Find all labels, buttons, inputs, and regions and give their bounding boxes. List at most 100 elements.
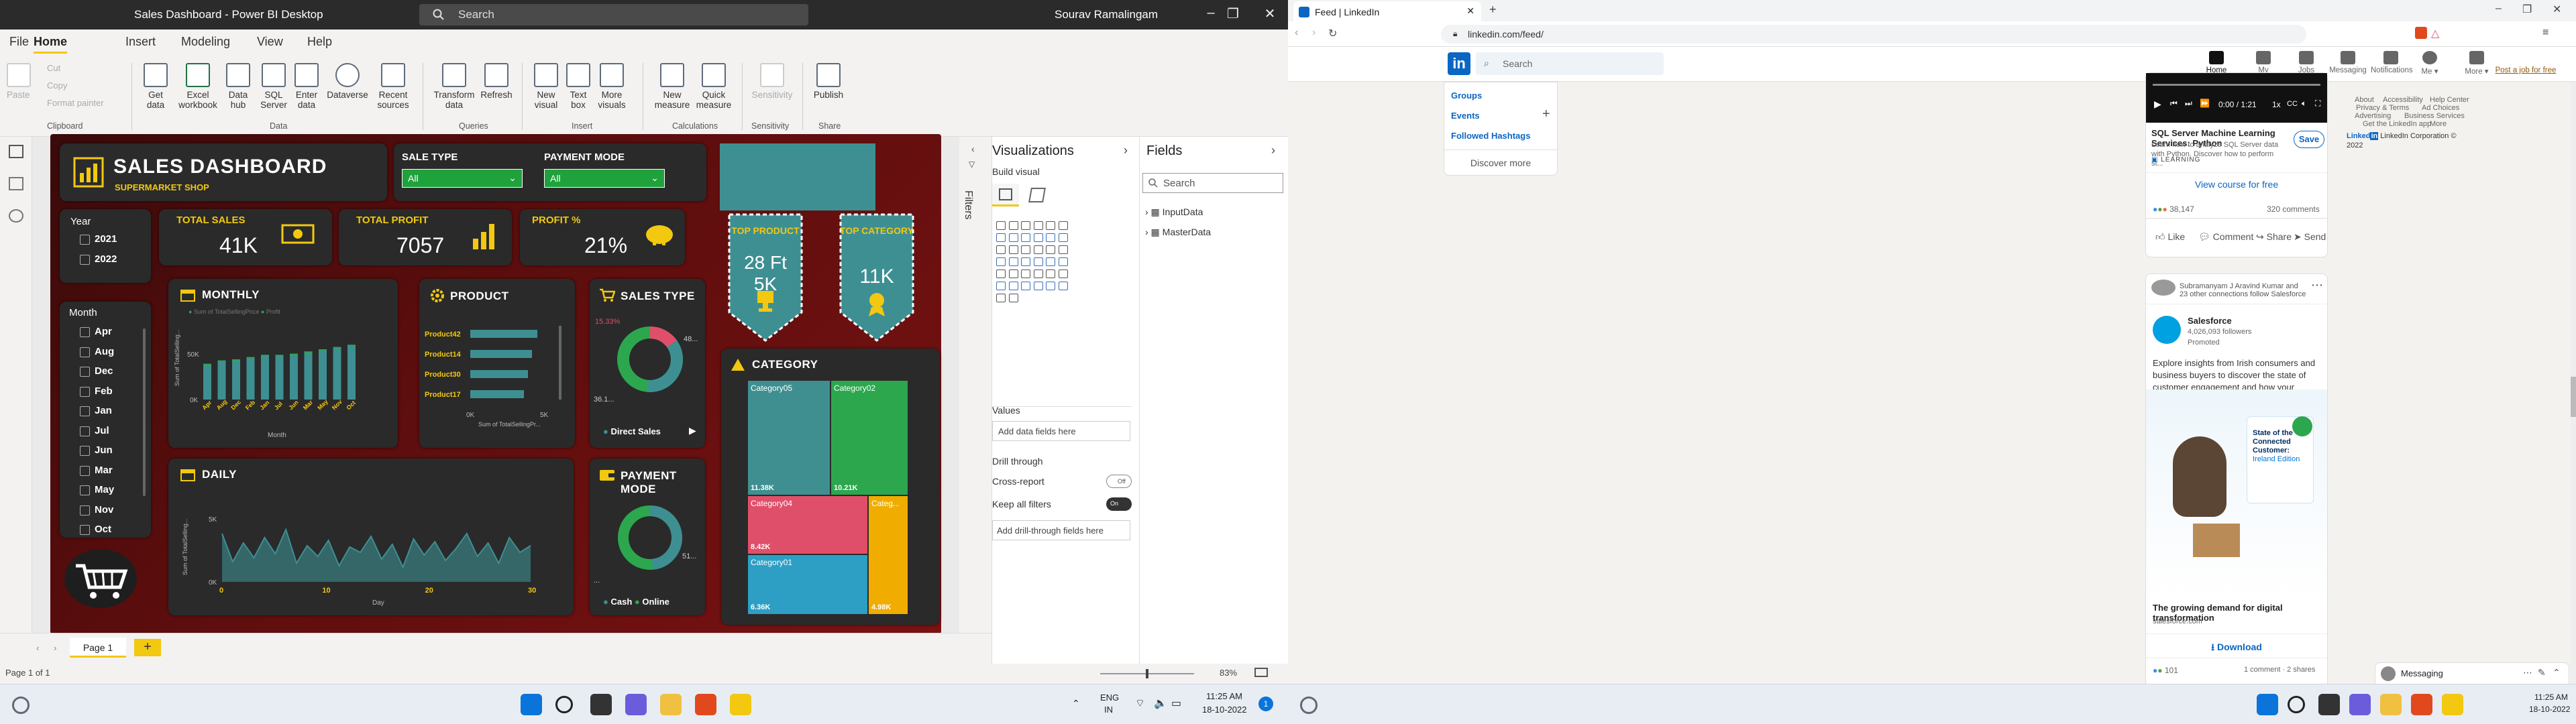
send-button[interactable]: ➤ Send [2294,231,2326,243]
browser-tab[interactable]: Feed | LinkedIn ✕ [1293,1,1481,21]
publish-button[interactable]: Publish [810,63,847,100]
add-event-icon[interactable]: + [1542,107,1550,122]
visual-type-icon[interactable] [1033,269,1043,278]
visual-type-icon[interactable] [996,257,1006,266]
month-item[interactable]: Jun [80,444,113,456]
comments-count[interactable]: 320 comments [2267,204,2320,214]
reactions-count[interactable]: ●●● 38,147 [2153,204,2194,214]
rewind-icon[interactable]: ⏮ [2170,99,2178,109]
zoom-slider[interactable] [1100,669,1194,678]
cut-button[interactable]: Cut [47,63,60,73]
visual-type-icon[interactable] [1058,282,1068,290]
visual-type-icon[interactable] [1033,221,1043,230]
menu-modeling[interactable]: Modeling [181,35,230,49]
expand-icon[interactable]: › [1124,143,1128,158]
new-measure-button[interactable]: New measure [651,63,694,110]
salesforce-logo-icon[interactable] [2153,316,2181,344]
next-page-icon[interactable]: › [54,643,56,653]
visual-type-icon[interactable] [1021,245,1030,254]
start-button[interactable] [521,694,542,715]
download-button[interactable]: ⭳ Download [2146,640,2327,656]
maximize-button[interactable]: ❐ [1223,5,1243,22]
linkedin-logo-icon[interactable]: in [1448,52,1470,75]
visual-type-icon[interactable] [996,294,1006,302]
skip-icon[interactable]: ⏭ [2185,99,2192,109]
visual-type-icon[interactable] [1021,282,1030,290]
playback-speed[interactable]: 1x [2272,100,2281,109]
month-scrollbar[interactable] [143,328,146,496]
visual-type-icon[interactable] [996,221,1006,230]
visual-type-icon[interactable] [1033,257,1043,266]
treemap-cell[interactable]: Categ... 4.98K [869,496,908,614]
treemap-cell[interactable]: Category04 8.42K [748,496,867,554]
page-tab[interactable]: Page 1 [70,638,126,658]
play-icon[interactable]: ▶ [2154,99,2161,110]
text-box-button[interactable]: Text box [565,63,592,110]
visual-type-icon[interactable] [1058,269,1068,278]
new-tab-button[interactable]: + [1489,3,1497,17]
fullscreen-icon[interactable]: ⛶ [2315,99,2320,109]
format-visual-icon[interactable] [1028,188,1046,202]
visual-type-icon[interactable] [1021,269,1030,278]
filters-pane-collapsed[interactable]: ‹ ▽ Filters [959,137,991,666]
clock-time[interactable]: 11:25 AM [2534,692,2568,702]
menu-file[interactable]: File [9,35,29,49]
volume-icon[interactable]: 🔈︎ [2302,99,2306,109]
visual-type-icon[interactable] [996,282,1006,290]
visual-type-icon[interactable] [1046,257,1055,266]
minimize-button[interactable]: – [2496,3,2502,15]
lang-1[interactable]: ENG [1100,692,1119,703]
powerbi-icon[interactable] [2442,694,2463,715]
linkedin-search[interactable]: ⌕ Search [1476,52,1664,75]
excel-button[interactable]: Excel workbook [176,63,220,110]
visual-type-icon[interactable] [1008,221,1018,230]
chat-icon[interactable] [2349,694,2371,715]
values-well[interactable]: Add data fields here [992,421,1130,441]
footer-link[interactable]: More [2430,119,2447,129]
messaging-bar[interactable]: Messaging ⋯ ✎ ⌃ [2375,662,2569,685]
visual-type-icon[interactable] [1008,245,1018,254]
visual-type-icon[interactable] [996,233,1006,242]
promo-image[interactable]: State of the Connected Customer: Ireland … [2146,389,2327,597]
menu-insert[interactable]: Insert [125,35,156,49]
sensitivity-button[interactable]: Sensitivity [749,63,796,100]
promo-reactions[interactable]: ●● 101 [2153,666,2178,675]
report-view-icon[interactable] [9,145,23,158]
table-masterdata[interactable]: › ▦ MasterData [1145,227,1211,238]
refresh-button[interactable]: Refresh [478,63,515,100]
copy-button[interactable]: Copy [47,80,67,90]
payment-mode-dropdown[interactable]: All ⌄ [544,169,665,188]
weather-icon[interactable] [1300,697,1318,714]
comment-button[interactable]: 💬︎ Comment [2198,231,2253,243]
visual-type-icon[interactable] [1008,233,1018,242]
rewards-icon[interactable]: △ [2431,27,2439,40]
forward-icon[interactable]: › [1312,27,1316,39]
sale-type-dropdown[interactable]: All ⌄ [402,169,523,188]
clock-time[interactable]: 11:25 AM [1206,691,1242,701]
sql-server-button[interactable]: SQL Server [258,63,290,110]
table-inputdata[interactable]: › ▦ InputData [1145,206,1203,218]
brave-browser-icon[interactable] [695,694,716,715]
model-view-icon[interactable] [9,209,23,223]
visual-type-icon[interactable] [1008,294,1018,302]
more-options-icon[interactable]: ⋯ [2523,667,2532,678]
cross-report-toggle[interactable]: Off [1106,475,1132,488]
data-view-icon[interactable] [9,177,23,190]
video-progress[interactable] [2153,84,2320,86]
enter-data-button[interactable]: Enter data [292,63,321,110]
notification-badge[interactable]: 1 [1258,697,1273,711]
nav-messaging[interactable]: Messaging [2328,51,2368,74]
post-job-link[interactable]: Post a job for free [2489,51,2563,74]
quick-measure-button[interactable]: Quick measure [694,63,734,110]
taskbar-search-icon[interactable] [555,696,573,713]
tray-chevron-icon[interactable]: ⌃ [1072,698,1080,709]
visual-type-icon[interactable] [1033,245,1043,254]
start-button[interactable] [2257,694,2278,715]
data-hub-button[interactable]: Data hub [223,63,254,110]
month-item[interactable]: Dec [80,365,113,377]
new-visual-button[interactable]: New visual [529,63,564,110]
wifi-icon[interactable]: ⌔ [1135,697,1145,710]
month-item[interactable]: Nov [79,504,113,516]
prev-page-icon[interactable]: ‹ [36,643,39,653]
year-2022[interactable]: 2022 [79,253,117,265]
